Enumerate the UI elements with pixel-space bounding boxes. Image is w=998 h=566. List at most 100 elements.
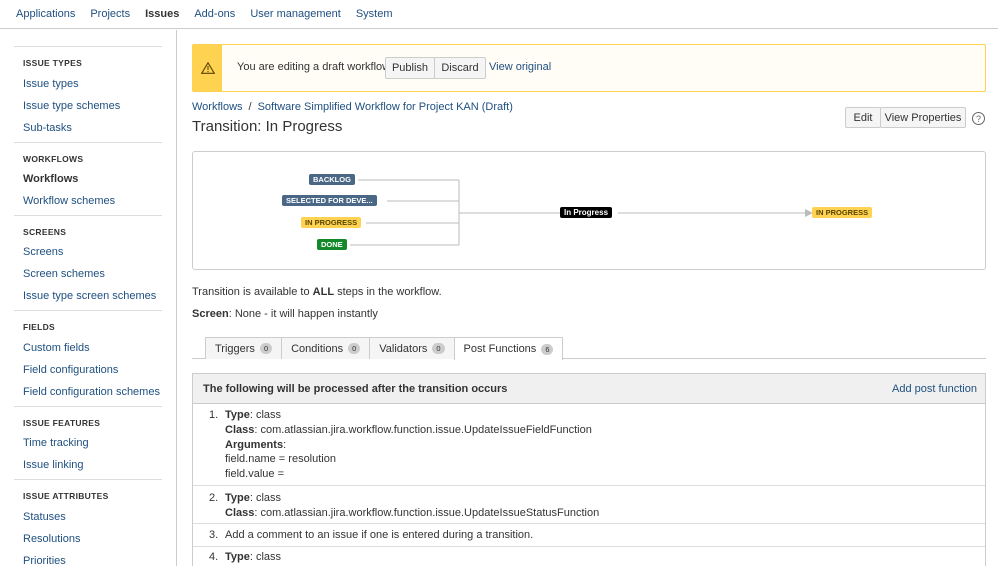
tab-count-badge: 0 [432, 343, 445, 354]
argument-field-value: field.value = [225, 468, 285, 480]
post-function-row: 3. Add a comment to an issue if one is e… [193, 524, 985, 547]
row-description: Add a comment to an issue if one is ente… [225, 529, 534, 541]
sidebar-item-field-configuration-schemes[interactable]: Field configuration schemes [23, 386, 160, 398]
row-number: 3. [209, 529, 219, 541]
nav-issues[interactable]: Issues [145, 8, 179, 20]
sidebar-heading-workflows: WORKFLOWS [23, 154, 84, 164]
sidebar-item-sub-tasks[interactable]: Sub-tasks [23, 122, 72, 134]
nav-user-management[interactable]: User management [250, 8, 341, 20]
row-number: 4. [209, 551, 219, 563]
sidebar-item-field-configurations[interactable]: Field configurations [23, 364, 118, 376]
tab-count-badge: 6 [541, 343, 554, 355]
post-functions-header: The following will be processed after th… [193, 374, 985, 404]
sidebar-item-issue-types[interactable]: Issue types [23, 78, 79, 90]
tab-count-badge: 0 [259, 343, 273, 354]
tab-label: Triggers [215, 342, 255, 355]
sidebar-divider [14, 479, 162, 480]
breadcrumb: Workflows / Software Simplified Workflow f… [192, 101, 513, 113]
arguments-colon: : [283, 439, 287, 451]
status-backlog: BACKLOG [309, 174, 355, 185]
sidebar-item-priorities[interactable]: Priorities [23, 555, 66, 566]
tab-label: Validators [379, 342, 428, 355]
help-icon[interactable]: ? [972, 112, 985, 125]
sidebar-divider [14, 215, 162, 216]
row-class: Class: com.atlassian.jira.workflow.funct… [225, 424, 592, 436]
type-value: : class [249, 551, 282, 563]
status-done: DONE [317, 239, 347, 250]
sidebar-divider [14, 310, 162, 311]
transition-diagram: BACKLOG SELECTED FOR DEVE... IN PROGRESS… [192, 151, 986, 270]
sidebar-item-issue-linking[interactable]: Issue linking [23, 459, 84, 471]
type-value: : class [249, 409, 282, 421]
sidebar-divider [14, 406, 162, 407]
sidebar-item-issue-type-schemes[interactable]: Issue type schemes [23, 100, 120, 112]
row-arguments: Arguments: [225, 439, 286, 451]
nav-add-ons[interactable]: Add-ons [194, 8, 235, 20]
view-properties-button[interactable]: View Properties [880, 107, 966, 128]
post-function-row: 4. Type: class [193, 547, 985, 566]
availability-emphasis: ALL [312, 286, 335, 298]
page-title: Transition: In Progress [192, 118, 343, 135]
post-functions-table: The following will be processed after th… [192, 373, 986, 566]
tab-label: Conditions [291, 342, 344, 355]
tab-count-badge: 0 [348, 343, 361, 354]
discard-button[interactable]: Discard [434, 57, 486, 79]
type-label: Type [225, 492, 250, 504]
sidebar-item-resolutions[interactable]: Resolutions [23, 533, 80, 545]
row-type: Type: class [225, 409, 281, 421]
tab-validators[interactable]: Validators 0 [369, 337, 455, 359]
nav-projects[interactable]: Projects [90, 8, 130, 20]
type-label: Type [225, 409, 250, 421]
sidebar-divider [14, 142, 162, 143]
row-class: Class: com.atlassian.jira.workflow.funct… [225, 507, 599, 519]
nav-applications[interactable]: Applications [16, 8, 75, 20]
class-value: : com.atlassian.jira.workflow.function.i… [254, 424, 592, 436]
tab-triggers[interactable]: Triggers 0 [205, 337, 283, 359]
sidebar-item-workflow-schemes[interactable]: Workflow schemes [23, 195, 115, 207]
status-in-progress-target: IN PROGRESS [812, 207, 873, 218]
sidebar-item-statuses[interactable]: Statuses [23, 511, 66, 523]
sidebar-heading-issue-features: ISSUE FEATURES [23, 418, 101, 428]
class-value: : com.atlassian.jira.workflow.function.i… [254, 507, 600, 519]
sidebar-item-time-tracking[interactable]: Time tracking [23, 437, 89, 449]
class-label: Class [225, 424, 255, 436]
nav-system[interactable]: System [356, 8, 393, 20]
post-function-row: 1. Type: class Class: com.atlassian.jira… [193, 404, 985, 486]
sidebar-item-screen-schemes[interactable]: Screen schemes [23, 268, 105, 280]
sidebar-item-screens[interactable]: Screens [23, 246, 63, 258]
tab-post-functions[interactable]: Post Functions 6 [453, 337, 564, 360]
post-function-row: 2. Type: class Class: com.atlassian.jira… [193, 486, 985, 524]
availability-text: Transition is available to ALL steps in … [192, 286, 442, 298]
add-post-function-link[interactable]: Add post function [892, 383, 977, 395]
arguments-label: Arguments [225, 439, 284, 451]
admin-sidebar: ISSUE TYPES Issue types Issue type schem… [0, 30, 177, 566]
breadcrumb-separator: / [248, 101, 252, 113]
screen-info: Screen: None - it will happen instantly [192, 308, 378, 320]
publish-button[interactable]: Publish [385, 57, 435, 79]
breadcrumb-workflow-name[interactable]: Software Simplified Workflow for Project… [258, 101, 513, 113]
sidebar-item-custom-fields[interactable]: Custom fields [23, 342, 90, 354]
edit-button[interactable]: Edit [845, 107, 881, 128]
sidebar-heading-issue-types: ISSUE TYPES [23, 58, 83, 68]
breadcrumb-workflows[interactable]: Workflows [192, 101, 243, 113]
status-selected-for-development: SELECTED FOR DEVE... [282, 195, 377, 206]
tab-conditions[interactable]: Conditions 0 [281, 337, 371, 359]
screen-value: : None - it will happen instantly [228, 308, 378, 320]
availability-suffix: steps in the workflow. [334, 286, 442, 298]
availability-prefix: Transition is available to [192, 286, 313, 298]
sidebar-item-workflows[interactable]: Workflows [23, 173, 78, 185]
main-content: You are editing a draft workflow. Publis… [192, 30, 998, 566]
screen-label: Screen [192, 308, 229, 320]
sidebar-divider [14, 46, 162, 47]
type-label: Type [225, 551, 250, 563]
transition-label: In Progress [560, 207, 613, 218]
draft-warning-banner: You are editing a draft workflow. Publis… [192, 44, 986, 92]
type-value: : class [249, 492, 282, 504]
view-original-link[interactable]: View original [489, 61, 551, 73]
sidebar-heading-screens: SCREENS [23, 227, 67, 237]
banner-icon-bar [193, 45, 222, 91]
status-in-progress-source: IN PROGRESS [301, 217, 362, 228]
sidebar-item-issue-type-screen-schemes[interactable]: Issue type screen schemes [23, 290, 156, 302]
row-type: Type: class [225, 492, 281, 504]
row-type: Type: class [225, 551, 281, 563]
